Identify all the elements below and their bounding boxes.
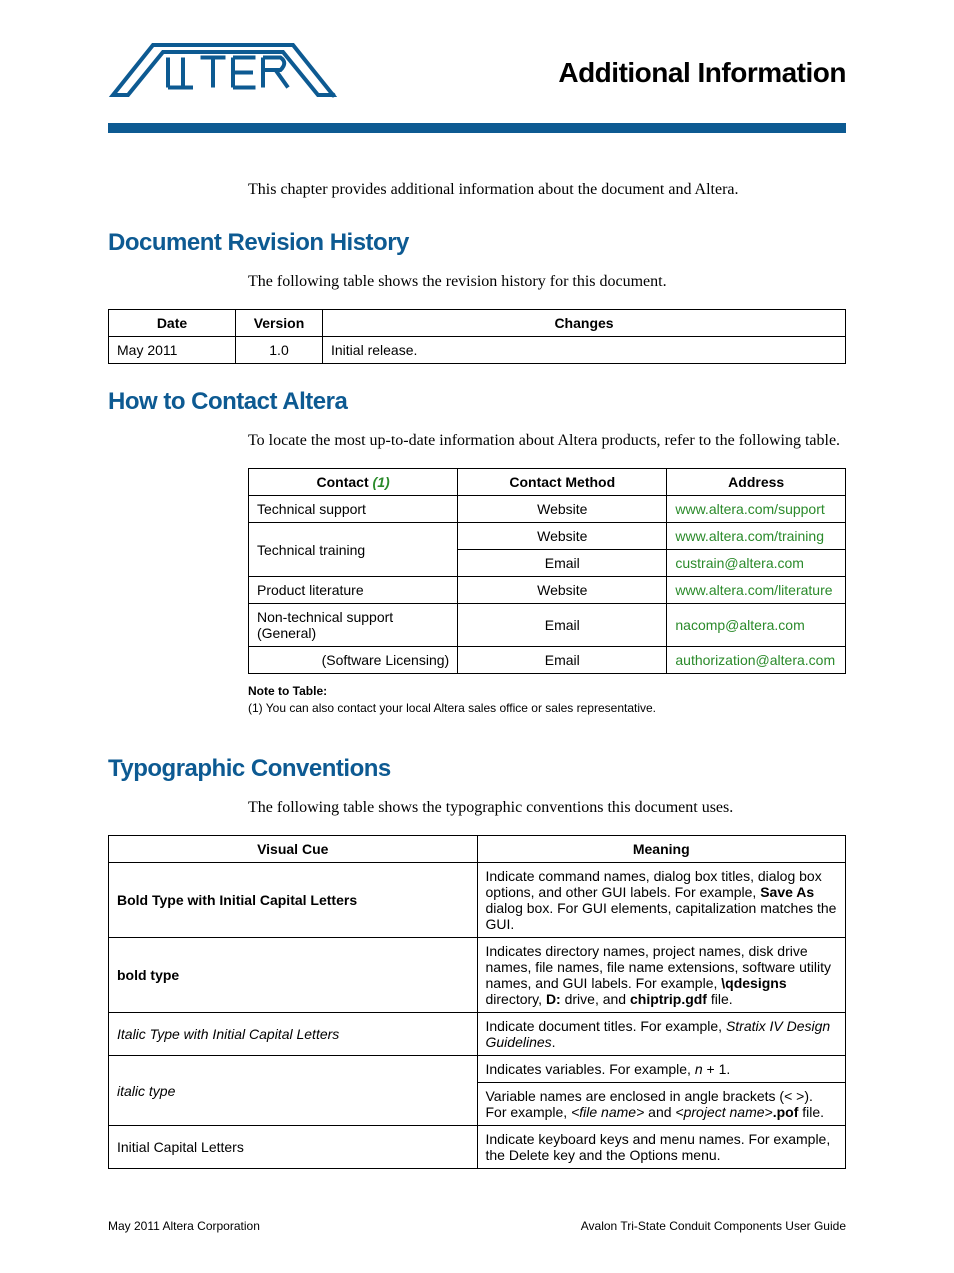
cell-address: www.altera.com/literature: [667, 577, 846, 604]
cell-address: www.altera.com/support: [667, 496, 846, 523]
cell-method: Website: [458, 577, 667, 604]
section-intro-typo: The following table shows the typographi…: [248, 799, 846, 817]
link[interactable]: www.altera.com/training: [675, 528, 824, 544]
cell-cue: italic type: [109, 1056, 478, 1126]
cell-meaning: Indicates directory names, project names…: [477, 938, 846, 1013]
section-heading-contact: How to Contact Altera: [108, 388, 846, 416]
link[interactable]: www.altera.com/literature: [675, 582, 832, 598]
bold-text: .pof: [773, 1104, 799, 1120]
text: .: [552, 1034, 556, 1050]
cell-contact: Technical support: [249, 496, 458, 523]
col-contact: Contact (1): [249, 469, 458, 496]
altera-logo: R: [108, 40, 338, 105]
bold-text: D:: [546, 991, 561, 1007]
col-date: Date: [109, 310, 236, 337]
col-changes: Changes: [323, 310, 846, 337]
page-title: Additional Information: [558, 57, 846, 89]
section-heading-typo: Typographic Conventions: [108, 755, 846, 783]
note-label: Note to Table:: [248, 684, 846, 698]
note-text: (1) You can also contact your local Alte…: [248, 701, 846, 715]
cell-date: May 2011: [109, 337, 236, 364]
cell-contact: (Software Licensing): [249, 647, 458, 674]
cell-contact: Non-technical support (General): [249, 604, 458, 647]
table-row: (Software Licensing) Email authorization…: [249, 647, 846, 674]
text: drive, and: [561, 991, 630, 1007]
cell-cue: Initial Capital Letters: [109, 1126, 478, 1169]
cell-contact: Technical training: [249, 523, 458, 577]
typographic-table: Visual Cue Meaning Bold Type with Initia…: [108, 835, 846, 1169]
table-row: Technical support Website www.altera.com…: [249, 496, 846, 523]
text: dialog box. For GUI elements, capitaliza…: [486, 900, 837, 932]
table-row: Bold Type with Initial Capital Letters I…: [109, 863, 846, 938]
cell-method: Email: [458, 604, 667, 647]
italic-text: n: [695, 1061, 703, 1077]
table-row: Non-technical support (General) Email na…: [249, 604, 846, 647]
bold-text: chiptrip.gdf: [630, 991, 707, 1007]
text: Indicate document titles. For example,: [486, 1018, 726, 1034]
cell-meaning: Indicates variables. For example, n + 1.: [477, 1056, 846, 1083]
text: file.: [798, 1104, 824, 1120]
link[interactable]: nacomp@altera.com: [675, 617, 804, 633]
cell-cue: Italic Type with Initial Capital Letters: [109, 1013, 478, 1056]
table-row: bold type Indicates directory names, pro…: [109, 938, 846, 1013]
table-row: italic type Indicates variables. For exa…: [109, 1056, 846, 1083]
cell-changes: Initial release.: [323, 337, 846, 364]
col-address: Address: [667, 469, 846, 496]
page-footer: May 2011 Altera Corporation Avalon Tri-S…: [108, 1219, 846, 1233]
table-header-row: Contact (1) Contact Method Address: [249, 469, 846, 496]
chapter-intro: This chapter provides additional informa…: [248, 181, 846, 199]
cell-method: Email: [458, 647, 667, 674]
svg-text:R: R: [332, 93, 335, 98]
cell-cue: bold type: [109, 938, 478, 1013]
text: directory,: [486, 991, 546, 1007]
bold-text: Save As: [760, 884, 814, 900]
table-row: Technical training Website www.altera.co…: [249, 523, 846, 550]
italic-text: <file name>: [571, 1104, 644, 1120]
col-version: Version: [236, 310, 323, 337]
section-heading-revision: Document Revision History: [108, 229, 846, 257]
cell-cue: Bold Type with Initial Capital Letters: [109, 863, 478, 938]
bold-text: \qdesigns: [721, 975, 786, 991]
cell-version: 1.0: [236, 337, 323, 364]
cell-address: www.altera.com/training: [667, 523, 846, 550]
header-divider: [108, 123, 846, 133]
footer-right: Avalon Tri-State Conduit Components User…: [581, 1219, 846, 1233]
text: Indicates variables. For example,: [486, 1061, 695, 1077]
footnote-ref: (1): [373, 474, 390, 490]
cell-method: Website: [458, 523, 667, 550]
cell-method: Email: [458, 550, 667, 577]
col-method: Contact Method: [458, 469, 667, 496]
cell-address: nacomp@altera.com: [667, 604, 846, 647]
revision-table: Date Version Changes May 2011 1.0 Initia…: [108, 309, 846, 364]
text: + 1.: [703, 1061, 731, 1077]
table-header-row: Visual Cue Meaning: [109, 836, 846, 863]
footer-left: May 2011 Altera Corporation: [108, 1219, 260, 1233]
link[interactable]: www.altera.com/support: [675, 501, 824, 517]
cell-method: Website: [458, 496, 667, 523]
table-row: Product literature Website www.altera.co…: [249, 577, 846, 604]
table-row: Italic Type with Initial Capital Letters…: [109, 1013, 846, 1056]
italic-text: <project name>: [675, 1104, 772, 1120]
cell-contact: Product literature: [249, 577, 458, 604]
link[interactable]: authorization@altera.com: [675, 652, 835, 668]
section-intro-revision: The following table shows the revision h…: [248, 273, 846, 291]
cell-meaning: Indicate keyboard keys and menu names. F…: [477, 1126, 846, 1169]
contact-table: Contact (1) Contact Method Address Techn…: [248, 468, 846, 674]
text: and: [644, 1104, 675, 1120]
col-meaning: Meaning: [477, 836, 846, 863]
cell-meaning: Variable names are enclosed in angle bra…: [477, 1083, 846, 1126]
link[interactable]: custrain@altera.com: [675, 555, 804, 571]
col-contact-label: Contact: [317, 474, 369, 490]
table-row: Initial Capital Letters Indicate keyboar…: [109, 1126, 846, 1169]
table-row: May 2011 1.0 Initial release.: [109, 337, 846, 364]
text: file.: [707, 991, 733, 1007]
col-visual-cue: Visual Cue: [109, 836, 478, 863]
cell-address: authorization@altera.com: [667, 647, 846, 674]
section-intro-contact: To locate the most up-to-date informatio…: [248, 432, 846, 450]
cell-meaning: Indicate command names, dialog box title…: [477, 863, 846, 938]
table-header-row: Date Version Changes: [109, 310, 846, 337]
cell-meaning: Indicate document titles. For example, S…: [477, 1013, 846, 1056]
cell-address: custrain@altera.com: [667, 550, 846, 577]
page-header: R Additional Information: [108, 40, 846, 105]
